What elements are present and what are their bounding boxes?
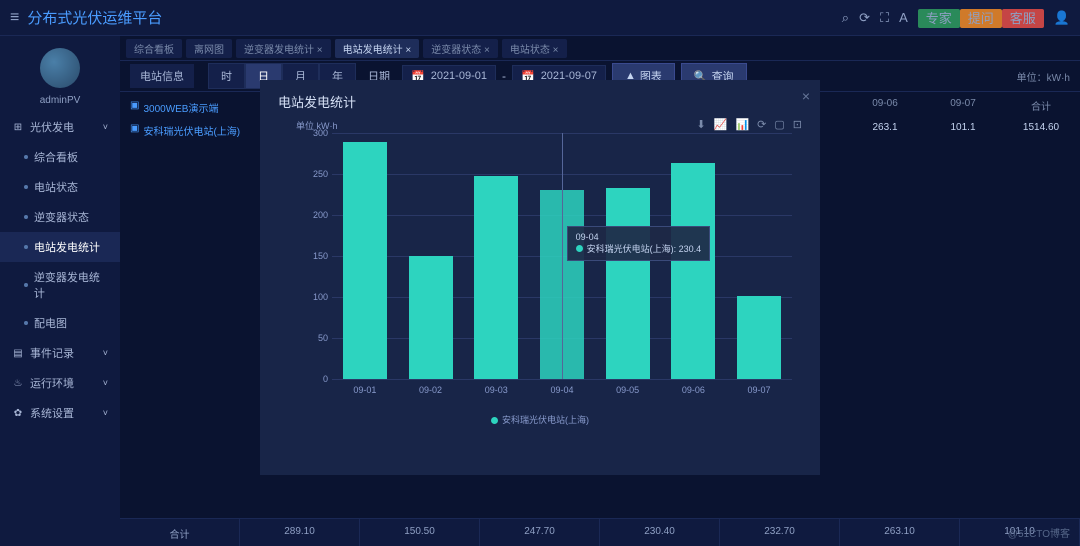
search-icon[interactable]: ⌕ (842, 10, 849, 26)
unit-label: 单位：kW·h (1017, 69, 1070, 84)
y-tick: 200 (313, 210, 328, 220)
x-tick: 09-01 (343, 385, 387, 395)
dot-icon (24, 215, 28, 219)
summary-cell: 263.10 (840, 519, 960, 546)
nav-group[interactable]: ♨运行环境˅ (0, 368, 120, 398)
y-tick: 50 (318, 333, 328, 343)
summary-cell: 合计 (120, 519, 240, 546)
chart-bar[interactable] (606, 188, 650, 379)
tab[interactable]: 离网图 (186, 39, 232, 58)
x-tick: 09-06 (671, 385, 715, 395)
nav-group[interactable]: ✿系统设置˅ (0, 398, 120, 428)
refresh-icon[interactable]: ⟳ (859, 10, 870, 26)
summary-cell: 247.70 (480, 519, 600, 546)
chart-bar[interactable] (409, 256, 453, 379)
y-tick: 250 (313, 169, 328, 179)
modal-title: 电站发电统计 (278, 92, 802, 111)
chevron-down-icon: ˅ (103, 348, 108, 358)
summary-cell: 232.70 (720, 519, 840, 546)
station-icon: ▣ (130, 123, 139, 138)
chart-bar[interactable] (671, 163, 715, 379)
chart-modal: × 电站发电统计 ⬇ 📈 📊 ⟳ ▢ ⊡ 单位 kW·h 05010015020… (260, 80, 820, 475)
nav-group[interactable]: ▤事件记录˅ (0, 338, 120, 368)
summary-cell: 150.50 (360, 519, 480, 546)
col-header: 09-06 (846, 92, 924, 119)
chevron-down-icon: ˅ (103, 408, 108, 418)
y-tick: 100 (313, 292, 328, 302)
dot-icon (24, 155, 28, 159)
data-cell: 263.1 (846, 116, 924, 139)
dot-icon (24, 321, 28, 325)
user-icon[interactable]: 👤 (1054, 10, 1070, 26)
nav-icon: ⊞ (12, 121, 24, 133)
nav-group[interactable]: ⊞光伏发电˅ (0, 112, 120, 142)
nav-icon: ✿ (12, 407, 24, 419)
top-tag[interactable]: 客服 (1002, 9, 1044, 28)
station-info-label: 电站信息 (130, 64, 194, 88)
logo: adminPV (0, 42, 120, 112)
nav-item[interactable]: 电站发电统计 (0, 232, 120, 262)
close-icon[interactable]: × (802, 88, 810, 104)
tab[interactable]: 电站状态 × (502, 39, 567, 58)
x-tick: 09-04 (540, 385, 584, 395)
y-tick: 300 (313, 128, 328, 138)
top-tag[interactable]: 专家 (918, 9, 960, 28)
summary-cell: 289.10 (240, 519, 360, 546)
station-item[interactable]: ▣3000WEB演示端 (130, 96, 250, 119)
nav-item[interactable]: 电站状态 (0, 172, 120, 202)
summary-cell: 230.40 (600, 519, 720, 546)
chart-bar[interactable] (343, 142, 387, 379)
nav-item[interactable]: 综合看板 (0, 142, 120, 172)
nav-icon: ▤ (12, 347, 24, 359)
nav-icon: ♨ (12, 377, 24, 389)
x-tick: 09-02 (409, 385, 453, 395)
nav-item[interactable]: 配电图 (0, 308, 120, 338)
menu-toggle[interactable]: ≡ (10, 9, 19, 27)
dot-icon (24, 283, 28, 287)
chevron-down-icon: ˅ (103, 378, 108, 388)
station-icon: ▣ (130, 100, 139, 115)
user-name: adminPV (0, 95, 120, 106)
app-title: 分布式光伏运维平台 (27, 7, 841, 28)
data-cell: 1514.60 (1002, 116, 1080, 139)
x-tick: 09-05 (606, 385, 650, 395)
col-header: 09-07 (924, 92, 1002, 119)
dot-icon (24, 185, 28, 189)
avatar (40, 48, 80, 88)
x-tick: 09-03 (474, 385, 518, 395)
nav-item[interactable]: 逆变器状态 (0, 202, 120, 232)
chart-legend: 安科瑞光伏电站(上海) (278, 413, 802, 426)
tab[interactable]: 综合看板 (126, 39, 182, 58)
top-tag[interactable]: 提问 (960, 9, 1002, 28)
nav-item[interactable]: 逆变器发电统计 (0, 262, 120, 308)
tab[interactable]: 逆变器发电统计 × (236, 39, 331, 58)
y-tick: 0 (323, 374, 328, 384)
station-item[interactable]: ▣安科瑞光伏电站(上海) (130, 119, 250, 142)
lang-icon[interactable]: A (899, 10, 908, 25)
y-tick: 150 (313, 251, 328, 261)
dot-icon (24, 245, 28, 249)
fullscreen-icon[interactable]: ⛶ (880, 10, 889, 26)
tab[interactable]: 电站发电统计 × (335, 39, 420, 58)
watermark: @51CTO博客 (1008, 525, 1070, 540)
col-header: 合计 (1002, 92, 1080, 119)
chevron-down-icon: ˅ (103, 122, 108, 132)
time-segment[interactable]: 时 (208, 63, 245, 89)
x-tick: 09-07 (737, 385, 781, 395)
tab[interactable]: 逆变器状态 × (423, 39, 498, 58)
chart-bar[interactable] (474, 176, 518, 379)
data-cell: 101.1 (924, 116, 1002, 139)
chart-bar[interactable] (737, 296, 781, 379)
